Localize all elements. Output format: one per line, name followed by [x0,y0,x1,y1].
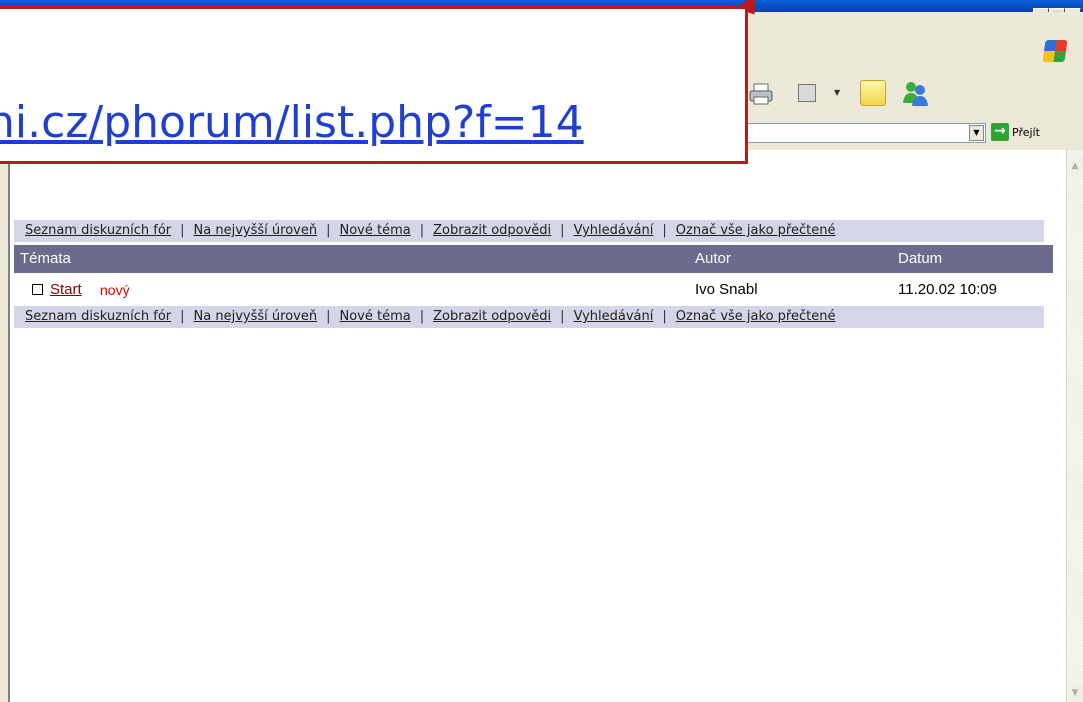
nav-show-replies[interactable]: Zobrazit odpovědi [433,223,551,238]
col-topics: Témata [20,250,71,267]
topic-date: 11.20.02 10:09 [898,281,997,298]
col-author: Autor [695,250,731,267]
topic-checkbox-icon [32,284,43,295]
nav-search[interactable]: Vyhledávání [574,223,654,238]
nav-forum-list[interactable]: Seznam diskuzních fór [25,223,171,238]
scroll-down-icon[interactable]: ▼ [1067,685,1083,702]
forum-nav-bottom: Seznam diskuzních fór | Na nejvyšší úroveň… [14,306,1044,328]
messenger-icon[interactable] [900,79,930,109]
nav-mark-all-read[interactable]: Označ vše jako přečtené [676,309,836,324]
vertical-scrollbar[interactable]: ▲ ▼ [1066,150,1083,702]
nav-forum-list[interactable]: Seznam diskuzních fór [25,309,171,324]
col-date: Datum [898,250,943,267]
nav-search[interactable]: Vyhledávání [574,309,654,324]
chevron-down-icon[interactable]: ▼ [834,88,840,97]
nav-new-topic[interactable]: Nové téma [339,223,410,238]
table-row: Start nový Ivo Snabl 11.20.02 10:09 [14,278,1053,302]
nav-top-level[interactable]: Na nejvyšší úroveň [194,223,318,238]
notes-icon[interactable] [860,80,886,106]
frame-left-border [0,150,10,702]
address-dropdown-icon[interactable]: ▼ [969,125,984,141]
topic-link[interactable]: Start [50,278,82,302]
go-button[interactable]: → Přejít [991,123,1040,141]
nav-mark-all-read[interactable]: Označ vše jako přečtené [676,223,836,238]
go-label: Přejít [1012,125,1040,139]
nav-show-replies[interactable]: Zobrazit odpovědi [433,309,551,324]
topic-author: Ivo Snabl [695,281,758,298]
scroll-up-icon[interactable]: ▲ [1067,158,1083,175]
nav-new-topic[interactable]: Nové téma [339,309,410,324]
forum-nav-top: Seznam diskuzních fór | Na nejvyšší úroveň… [14,220,1044,242]
print-icon[interactable] [748,82,774,106]
arrow-right-icon: → [991,123,1009,141]
nav-top-level[interactable]: Na nejvyšší úroveň [194,309,318,324]
fullscreen-icon[interactable] [798,84,816,102]
callout-url: ni.cz/phorum/list.php?f=14 [0,97,584,148]
new-badge: nový [100,282,130,298]
url-zoom-callout: ni.cz/phorum/list.php?f=14 [0,6,748,164]
table-header: Témata Autor Datum [14,245,1053,273]
